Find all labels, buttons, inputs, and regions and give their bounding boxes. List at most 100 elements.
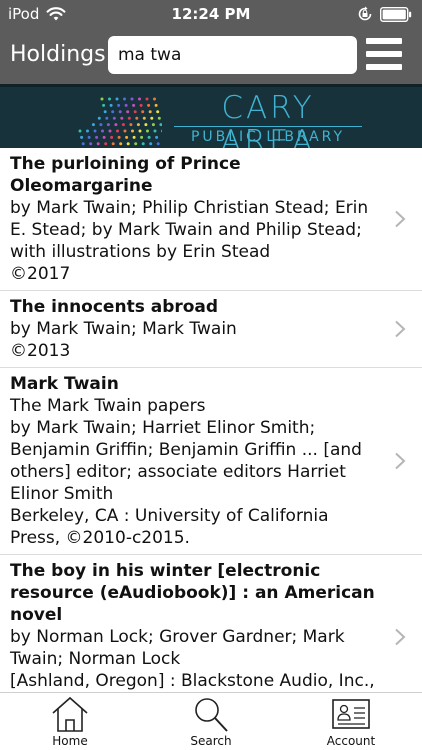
logo-dot <box>124 103 128 107</box>
chevron-right-icon <box>395 452 406 470</box>
logo-dot <box>116 129 119 133</box>
logo-dot <box>102 135 106 139</box>
logo-dot <box>108 129 112 133</box>
logo-dot <box>104 142 108 146</box>
logo-dot <box>117 103 121 107</box>
logo-dot <box>106 123 110 127</box>
logo-dot <box>81 142 85 146</box>
result-author: by Mark Twain; Mark Twain <box>10 319 237 339</box>
logo-dot <box>156 142 160 146</box>
logo-dot <box>112 116 116 120</box>
result-date: ©2013 <box>10 341 71 361</box>
result-publisher: Berkeley, CA : University of California … <box>10 506 329 548</box>
tab-search-label: Search <box>190 734 232 748</box>
logo-dot <box>120 116 124 120</box>
logo-dot <box>118 110 122 114</box>
logo-dot <box>151 123 155 127</box>
logo-dot <box>129 123 133 127</box>
search-icon <box>195 698 228 732</box>
logo-dot <box>87 135 91 139</box>
logo-dot <box>159 123 162 127</box>
logo-dot <box>125 135 129 139</box>
logo-dot <box>135 116 139 120</box>
menu-bar <box>366 38 402 44</box>
list-item[interactable]: The innocents abroad by Mark Twain; Mark… <box>0 291 422 368</box>
logo-dot <box>155 135 159 139</box>
list-item[interactable]: The purloining of Prince Oleomargarine b… <box>0 148 422 291</box>
result-series: The Mark Twain papers <box>10 396 206 416</box>
result-author: by Mark Twain; Harriet Elinor Smith; Ben… <box>10 418 362 504</box>
logo-dot <box>93 129 97 133</box>
logo-dot <box>109 103 113 107</box>
logo-dot <box>126 110 130 114</box>
logo-dot <box>157 116 161 120</box>
logo-dot <box>91 123 95 127</box>
logo-dot <box>102 103 106 107</box>
list-item[interactable]: The boy in his winter [electronic resour… <box>0 555 422 692</box>
logo-dot <box>121 123 125 127</box>
logo-dot <box>119 142 123 146</box>
tab-search[interactable]: Search <box>161 693 261 750</box>
chevron-right-icon <box>395 320 406 338</box>
chevron-right-icon <box>395 210 406 228</box>
logo-dot <box>146 129 149 133</box>
result-title: Mark Twain <box>10 374 119 394</box>
menu-bar <box>366 51 402 57</box>
result-publisher: [Ashland, Oregon] : Blackstone Audio, In… <box>10 671 375 691</box>
tab-account-label: Account <box>326 734 376 748</box>
status-right <box>357 6 412 22</box>
result-title: The purloining of Prince Oleomargarine <box>10 154 241 196</box>
logo-dot <box>138 129 142 133</box>
logo-dot <box>156 110 160 114</box>
search-input[interactable] <box>108 36 357 74</box>
logo-dot <box>100 97 104 101</box>
tab-home-label: Home <box>52 734 88 748</box>
logo-dot <box>141 142 145 146</box>
logo-dot <box>136 123 140 127</box>
logo-dot <box>132 103 136 107</box>
logo-dot <box>147 103 151 107</box>
logo-dot <box>150 116 154 120</box>
logo-dot <box>153 97 156 101</box>
result-author: by Norman Lock; Grover Gardner; Mark Twa… <box>10 627 345 669</box>
logo-dot <box>140 135 144 139</box>
logo-dot <box>86 129 89 133</box>
tab-home[interactable]: Home <box>20 693 120 750</box>
rotation-lock-icon <box>358 6 372 21</box>
logo-dot <box>132 135 136 139</box>
logo-dot <box>101 129 104 133</box>
battery-icon <box>380 6 412 22</box>
tab-account[interactable]: Account <box>301 693 401 750</box>
logo-dot <box>149 142 153 146</box>
result-title: The innocents abroad <box>10 297 219 317</box>
library-banner: CARY AREA PUBLIC LIBRARY <box>0 84 422 148</box>
account-card-icon <box>332 699 370 729</box>
logo-dot <box>134 142 138 146</box>
logo-dot <box>153 129 157 133</box>
result-author: by Mark Twain; Philip Christian Stead; E… <box>10 198 369 262</box>
logo-dot <box>111 110 115 114</box>
banner-subtitle: PUBLIC LIBRARY <box>174 126 362 146</box>
logo-dot <box>78 129 82 133</box>
hamburger-menu-icon[interactable] <box>366 38 402 74</box>
logo-dot <box>127 116 131 120</box>
logo-dot <box>95 135 99 139</box>
logo-dot <box>99 123 103 127</box>
logo-dot <box>139 103 143 107</box>
logo-dot <box>105 116 109 120</box>
page-title: Holdings <box>10 42 106 67</box>
logo-dot <box>97 116 101 120</box>
logo-dot <box>144 123 148 127</box>
list-item[interactable]: Mark Twain The Mark Twain papers by Mark… <box>0 368 422 555</box>
library-logo <box>78 97 162 146</box>
logo-dot <box>123 97 126 101</box>
logo-dot <box>80 135 84 139</box>
logo-dot <box>117 135 121 139</box>
menu-bar <box>366 64 402 70</box>
logo-dot <box>138 97 141 101</box>
logo-dot <box>123 129 127 133</box>
logo-dot <box>145 97 149 101</box>
logo-dot <box>96 142 100 146</box>
logo-dot <box>89 142 93 146</box>
logo-dot <box>126 142 130 146</box>
